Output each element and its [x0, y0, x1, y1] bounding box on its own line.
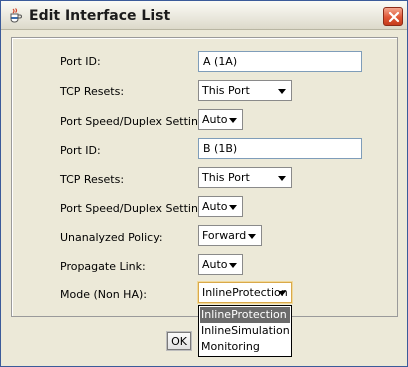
mode-select[interactable]: InlineProtection [198, 282, 292, 303]
mode-option-inline-protection[interactable]: InlineProtection [200, 307, 290, 323]
ok-button[interactable]: OK [167, 332, 191, 350]
mode-value: InlineProtection [202, 286, 288, 299]
chevron-down-icon [278, 291, 286, 296]
chevron-down-icon [278, 176, 286, 181]
mode-option-monitoring[interactable]: Monitoring [200, 339, 290, 355]
close-button[interactable] [383, 7, 403, 26]
unanalyzed-policy-select[interactable]: Forward [198, 225, 262, 246]
tcp-resets-a-value: This Port [202, 84, 250, 97]
port-speed-a-select[interactable]: Auto [198, 109, 243, 130]
title-bar[interactable]: Edit Interface List [1, 1, 407, 30]
mode-label: Mode (Non HA): [60, 288, 147, 301]
port-id-b-field[interactable]: B (1B) [198, 138, 362, 159]
port-id-b-label: Port ID: [60, 144, 101, 157]
port-speed-b-label: Port Speed/Duplex Settings: [60, 202, 215, 215]
mode-dropdown-list: InlineProtection InlineSimulation Monito… [198, 305, 292, 357]
tcp-resets-b-value: This Port [202, 171, 250, 184]
unanalyzed-policy-label: Unanalyzed Policy: [60, 231, 163, 244]
port-speed-a-value: Auto [202, 113, 228, 126]
window-title: Edit Interface List [29, 8, 171, 24]
tcp-resets-b-select[interactable]: This Port [198, 167, 292, 188]
propagate-link-value: Auto [202, 258, 228, 271]
port-id-a-field[interactable]: A (1A) [198, 51, 362, 72]
chevron-down-icon [229, 118, 237, 123]
chevron-down-icon [229, 205, 237, 210]
chevron-down-icon [278, 89, 286, 94]
unanalyzed-policy-value: Forward [202, 229, 247, 242]
chevron-down-icon [229, 263, 237, 268]
mode-option-inline-simulation[interactable]: InlineSimulation [200, 323, 290, 339]
java-cup-icon [8, 8, 23, 23]
close-icon [388, 11, 400, 23]
tcp-resets-b-label: TCP Resets: [60, 173, 125, 186]
edit-interface-list-dialog: Edit Interface List Port ID: A (1A) TCP … [0, 0, 408, 367]
chevron-down-icon [248, 234, 256, 239]
port-speed-a-label: Port Speed/Duplex Settings: [60, 115, 215, 128]
propagate-link-label: Propagate Link: [60, 260, 146, 273]
port-id-a-label: Port ID: [60, 55, 101, 68]
tcp-resets-a-select[interactable]: This Port [198, 80, 292, 101]
port-speed-b-value: Auto [202, 200, 228, 213]
tcp-resets-a-label: TCP Resets: [60, 85, 125, 98]
port-speed-b-select[interactable]: Auto [198, 196, 243, 217]
propagate-link-select[interactable]: Auto [198, 254, 243, 275]
